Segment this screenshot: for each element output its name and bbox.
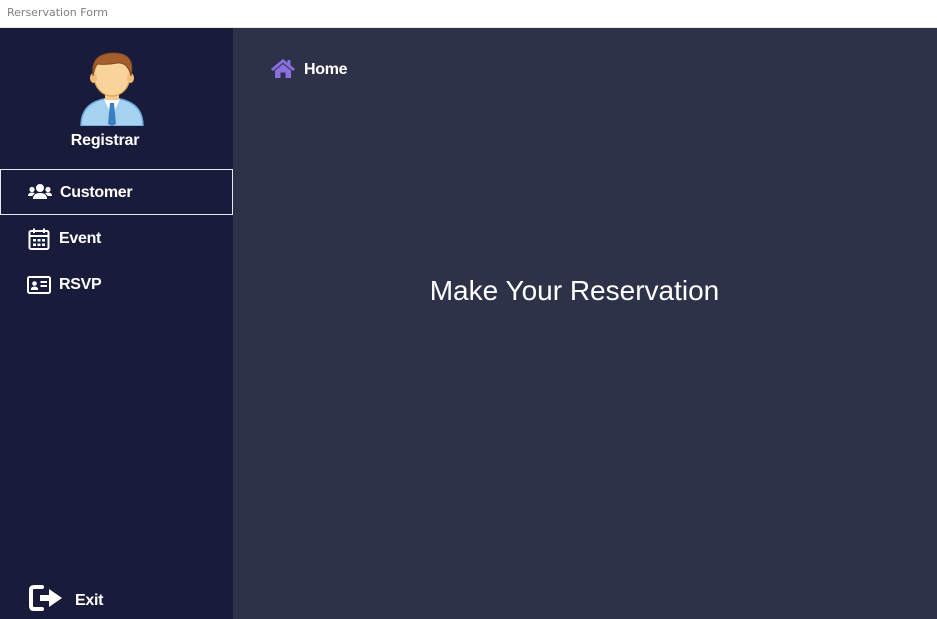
sign-out-icon	[29, 585, 62, 611]
sidebar-item-label: Customer	[60, 184, 133, 201]
main-panel: Home Make Your Reservation	[233, 28, 937, 619]
sidebar-item-customer[interactable]: Customer	[0, 169, 233, 215]
exit-label: Exit	[75, 592, 104, 609]
sidebar: Registrar Customer Event RSVP Exit	[0, 28, 233, 619]
users-icon	[28, 184, 52, 199]
sidebar-item-rsvp[interactable]: RSVP	[0, 262, 233, 308]
window-title: Rerservation Form	[7, 6, 108, 19]
exit-button[interactable]: Exit	[0, 576, 160, 616]
sidebar-item-label: RSVP	[59, 276, 102, 293]
user-avatar-icon	[80, 52, 144, 126]
calendar-icon	[28, 228, 50, 250]
sidebar-item-event[interactable]: Event	[0, 216, 233, 262]
page-title: Make Your Reservation	[429, 275, 720, 306]
sidebar-item-label: Event	[59, 230, 102, 247]
profile-name: Registrar	[70, 132, 140, 149]
id-card-icon	[27, 276, 51, 294]
home-icon	[271, 59, 295, 78]
window-titlebar: Rerservation Form	[0, 0, 937, 28]
breadcrumb-home-label: Home	[304, 61, 348, 78]
